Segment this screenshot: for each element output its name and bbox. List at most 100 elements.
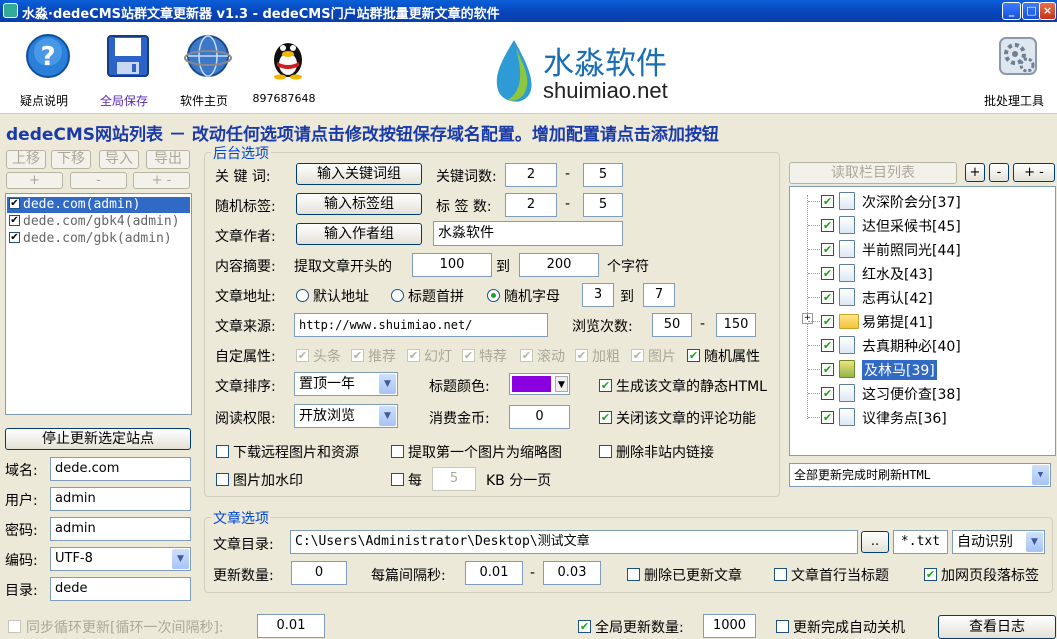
static-html-checkbox[interactable]: ✔ [599,379,612,392]
modify-site-button[interactable]: + - [133,172,190,189]
column-tree-item[interactable]: ✔ 半前照同光[44] [808,238,1048,262]
keyword-count-min[interactable]: 2 [505,163,557,187]
global-count-input[interactable]: 1000 [703,614,756,638]
views-max-input[interactable]: 150 [716,313,756,337]
site-checkbox[interactable]: ✔ [9,232,20,243]
input-tags-button[interactable]: 输入标签组 [296,193,422,215]
add-site-button[interactable]: + [6,172,63,189]
column-tree-item[interactable]: ✔ 达但采候书[45] [808,214,1048,238]
interval-min-input[interactable]: 0.01 [465,561,523,585]
move-up-button[interactable]: 上移 [6,150,46,169]
paginate-kb-input[interactable]: 5 [432,467,476,491]
user-input[interactable]: admin [50,487,191,511]
paginate-checkbox[interactable] [391,473,404,486]
attr-scroll-checkbox[interactable]: ✔ [520,349,533,362]
column-tree-item[interactable]: ✔ 志再认[42] [808,286,1048,310]
first-line-title-checkbox[interactable] [774,568,787,581]
column-tree-item[interactable]: ✔ 次深阶会分[37] [808,190,1048,214]
global-save-button[interactable]: 全局保存 [85,22,163,112]
source-input[interactable]: http://www.shuimiao.net/ [294,313,548,337]
global-count-checkbox[interactable]: ✔ [578,620,591,633]
attr-special-checkbox[interactable]: ✔ [462,349,475,362]
homepage-button[interactable]: 软件主页 [165,22,243,112]
column-checkbox[interactable]: ✔ [821,291,834,304]
column-tree-item[interactable]: ✔ 易第提[41] [808,310,1048,334]
close-comment-checkbox[interactable]: ✔ [599,411,612,424]
column-add-button[interactable]: + [965,163,985,182]
stop-update-button[interactable]: 停止更新选定站点 [5,428,191,450]
column-checkbox[interactable]: ✔ [821,243,834,256]
read-permission-select[interactable]: 开放浏览 ▼ [294,404,398,428]
delete-updated-checkbox[interactable] [627,568,640,581]
auto-shutdown-checkbox[interactable] [776,620,789,633]
batch-tool-button[interactable]: 批处理工具 [975,22,1053,112]
column-checkbox[interactable]: ✔ [821,363,834,376]
column-checkbox[interactable]: ✔ [821,195,834,208]
password-input[interactable]: admin [50,517,191,541]
attr-slide-checkbox[interactable]: ✔ [407,349,420,362]
first-image-thumb-checkbox[interactable] [391,445,404,458]
update-count-input[interactable]: 0 [291,561,347,585]
sync-interval-input[interactable]: 0.01 [257,614,325,638]
column-checkbox[interactable]: ✔ [821,267,834,280]
column-modify-button[interactable]: + - [1013,163,1055,182]
directory-input[interactable]: dede [50,577,191,601]
remove-site-button[interactable]: - [70,172,127,189]
attr-bold-checkbox[interactable]: ✔ [575,349,588,362]
url-title-pinyin-radio[interactable] [391,289,404,302]
column-tree-item[interactable]: ✔ 这习便价查[38] [808,382,1048,406]
column-checkbox[interactable]: ✔ [821,339,834,352]
column-tree-item[interactable]: ✔ 及林马[39] [808,358,1048,382]
article-dir-input[interactable]: C:\Users\Administrator\Desktop\测试文章 [290,530,858,554]
qq-button[interactable]: 897687648 [245,22,323,112]
column-tree-item[interactable]: ✔ 去真期种必[40] [808,334,1048,358]
domain-input[interactable]: dede.com [50,457,191,481]
input-keywords-button[interactable]: 输入关键词组 [296,163,422,185]
url-default-radio[interactable] [296,289,309,302]
tag-count-min[interactable]: 2 [505,193,557,217]
column-tree-item[interactable]: ✔ 红水及[43] [808,262,1048,286]
attr-random-checkbox[interactable]: ✔ [687,349,700,362]
gold-input[interactable]: 0 [509,405,570,429]
attr-recommend-checkbox[interactable]: ✔ [351,349,364,362]
column-checkbox[interactable]: ✔ [821,315,834,328]
move-down-button[interactable]: 下移 [51,150,91,169]
column-checkbox[interactable]: ✔ [821,387,834,400]
interval-max-input[interactable]: 0.03 [543,561,601,585]
download-remote-checkbox[interactable] [216,445,229,458]
views-min-input[interactable]: 50 [652,313,692,337]
browse-dir-button[interactable]: .. [861,531,889,553]
help-button[interactable]: ? 疑点说明 [5,22,83,112]
sort-select[interactable]: 置顶一年 ▼ [294,372,398,396]
import-button[interactable]: 导入 [99,150,139,169]
site-list-item[interactable]: ✔ dede.com/gbk(admin) [7,231,190,247]
site-list-item-selected[interactable]: ✔ dede.com(admin) [7,197,190,213]
author-input[interactable]: 水淼软件 [433,221,623,246]
column-tree[interactable]: + ✔ 次深阶会分[37] ✔ 达但采候书[45] ✔ 半前照同光[44] ✔ 红水及[43]… [789,186,1056,456]
read-columns-button[interactable]: 读取栏目列表 [789,162,957,184]
site-checkbox[interactable]: ✔ [9,215,20,226]
watermark-checkbox[interactable] [216,473,229,486]
file-encoding-select[interactable]: 自动识别 ▼ [952,530,1045,554]
attr-headline-checkbox[interactable]: ✔ [296,349,309,362]
column-remove-button[interactable]: - [989,163,1009,182]
site-list[interactable]: ✔ dede.com(admin) ✔ dede.com/gbk4(admin)… [5,193,192,415]
tag-count-max[interactable]: 5 [583,193,623,217]
site-checkbox[interactable]: ✔ [9,198,20,209]
url-max-input[interactable]: 7 [643,283,675,307]
encoding-select[interactable]: UTF-8 ▼ [50,547,191,571]
url-random-letters-radio[interactable] [487,289,500,302]
view-log-button[interactable]: 查看日志 [938,615,1056,639]
refresh-mode-select[interactable]: 全部更新完成时刷新HTML ▼ [789,463,1051,487]
column-checkbox[interactable]: ✔ [821,411,834,424]
delete-external-links-checkbox[interactable] [599,445,612,458]
minimize-button[interactable]: _ [1002,2,1021,20]
input-authors-button[interactable]: 输入作者组 [296,223,422,245]
export-button[interactable]: 导出 [146,150,190,169]
column-tree-item[interactable]: ✔ 议律务点[36] [808,406,1048,430]
keyword-count-max[interactable]: 5 [583,163,623,187]
site-list-item[interactable]: ✔ dede.com/gbk4(admin) [7,214,190,230]
add-paragraph-tag-checkbox[interactable]: ✔ [924,568,937,581]
title-color-picker[interactable]: ▼ [509,373,570,395]
summary-max-input[interactable]: 200 [519,253,599,277]
